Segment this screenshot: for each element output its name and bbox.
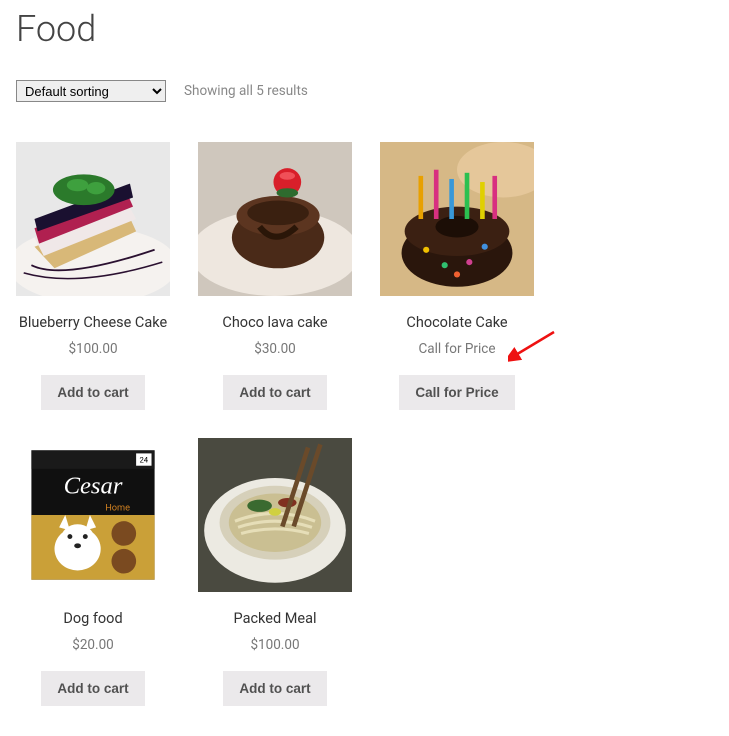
page-title: Food	[16, 8, 713, 50]
result-count: Showing all 5 results	[184, 83, 308, 99]
svg-text:Home: Home	[105, 502, 130, 513]
product-title: Blueberry Cheese Cake	[16, 314, 170, 331]
add-to-cart-button[interactable]: Add to cart	[41, 671, 144, 706]
svg-text:24: 24	[139, 456, 148, 465]
product-thumbnail[interactable]	[198, 438, 352, 592]
product-title: Dog food	[16, 610, 170, 627]
sort-select[interactable]: Default sorting	[16, 80, 166, 102]
product-title: Choco lava cake	[198, 314, 352, 331]
product-price: $20.00	[16, 637, 170, 653]
product-card: Blueberry Cheese Cake $100.00 Add to car…	[16, 142, 170, 410]
add-to-cart-button[interactable]: Add to cart	[223, 671, 326, 706]
add-to-cart-button[interactable]: Add to cart	[41, 375, 144, 410]
product-grid: Blueberry Cheese Cake $100.00 Add to car…	[16, 142, 713, 706]
product-thumbnail[interactable]	[16, 142, 170, 296]
product-thumbnail[interactable]	[380, 142, 534, 296]
add-to-cart-button[interactable]: Add to cart	[223, 375, 326, 410]
svg-text:Cesar: Cesar	[64, 472, 123, 499]
product-title: Packed Meal	[198, 610, 352, 627]
product-title: Chocolate Cake	[380, 314, 534, 331]
product-card: Choco lava cake $30.00 Add to cart	[198, 142, 352, 410]
product-price: $30.00	[198, 341, 352, 357]
product-thumbnail[interactable]	[198, 142, 352, 296]
product-thumbnail[interactable]: Cesar Home 24	[16, 438, 170, 592]
call-for-price-button[interactable]: Call for Price	[399, 375, 514, 410]
product-price: Call for Price	[380, 341, 534, 357]
product-price: $100.00	[198, 637, 352, 653]
controls-row: Default sorting Showing all 5 results	[16, 80, 713, 102]
product-price: $100.00	[16, 341, 170, 357]
product-card: Chocolate Cake Call for Price Call for P…	[380, 142, 534, 410]
